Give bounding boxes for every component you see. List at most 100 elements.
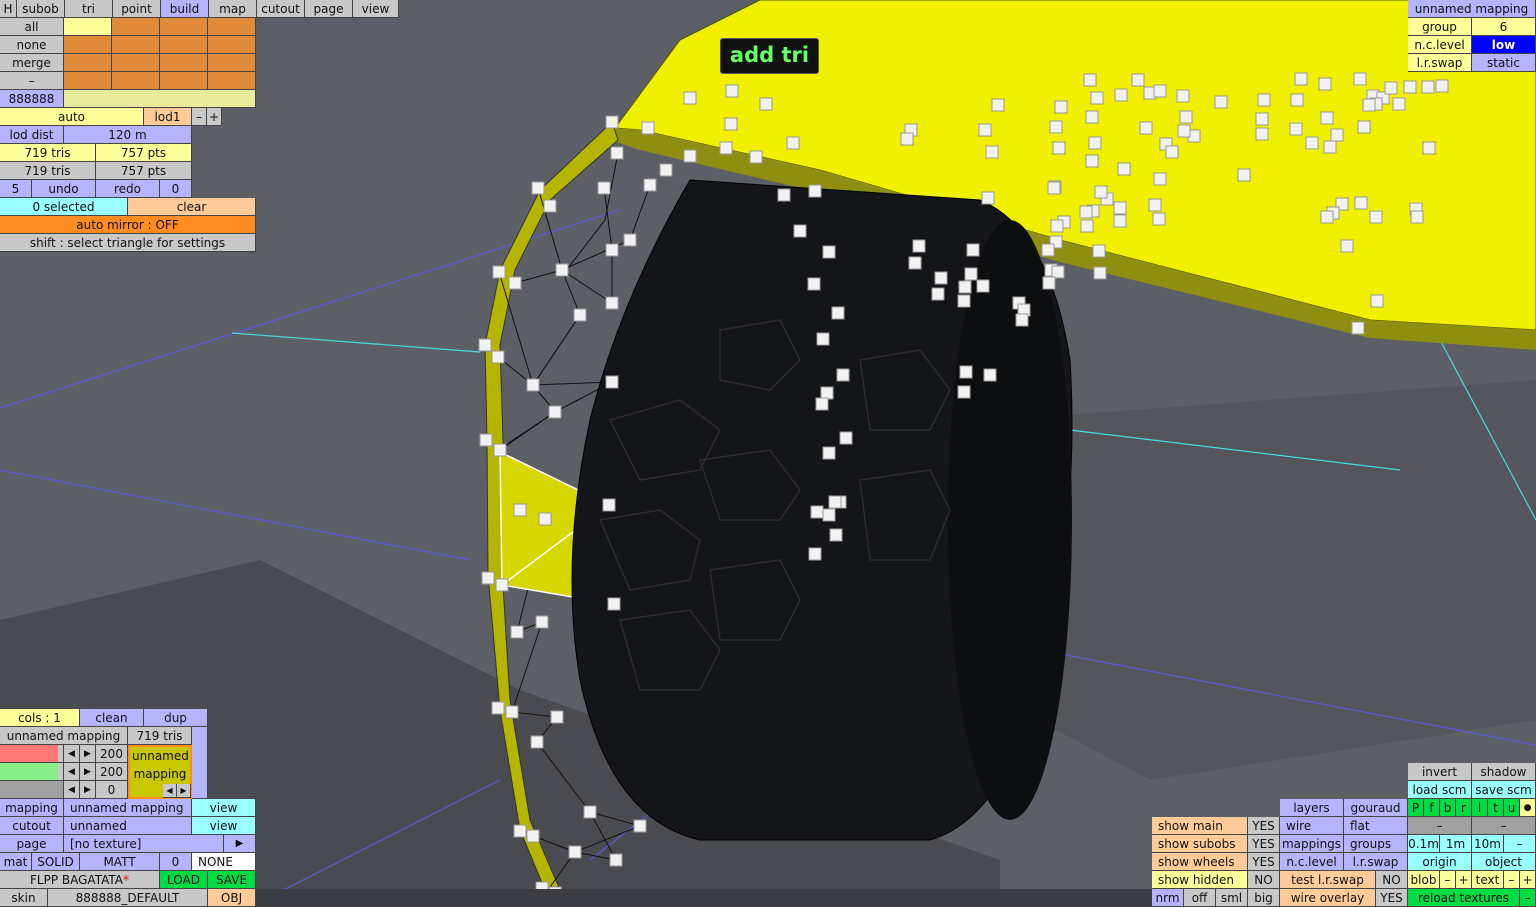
color-swatch[interactable] <box>160 36 208 54</box>
lr-swap-button[interactable]: l.r.swap <box>1344 853 1408 871</box>
view-b[interactable]: b <box>1440 799 1456 817</box>
groups-button[interactable]: groups <box>1344 835 1408 853</box>
gouraud-button[interactable]: gouraud <box>1344 799 1408 817</box>
view-r[interactable]: r <box>1456 799 1472 817</box>
color-swatch[interactable] <box>160 54 208 72</box>
color-swatch[interactable] <box>64 36 112 54</box>
merge-button[interactable]: merge <box>0 54 64 72</box>
select-all-button[interactable]: all <box>0 18 64 36</box>
green-left-arrow[interactable]: ◀ <box>64 763 80 781</box>
color-swatch[interactable] <box>208 54 256 72</box>
object-button[interactable]: object <box>1472 853 1536 871</box>
group-value[interactable]: 6 <box>1472 18 1536 36</box>
obj-button[interactable]: OBJ <box>208 889 256 907</box>
color-value[interactable]: 888888 <box>0 90 64 108</box>
mat-solid[interactable]: SOLID <box>32 853 80 871</box>
layers-button[interactable]: layers <box>1280 799 1344 817</box>
normals-sml[interactable]: sml <box>1216 889 1248 907</box>
color-swatch[interactable] <box>64 18 112 36</box>
auto-mirror-toggle[interactable]: auto mirror : OFF <box>0 216 256 234</box>
reload-minus[interactable]: – <box>1520 889 1536 907</box>
lr-swap-value[interactable]: static <box>1472 54 1536 72</box>
minus-button-1[interactable]: – <box>1408 817 1472 835</box>
blue-left-arrow[interactable]: ◀ <box>64 781 80 799</box>
color-swatch[interactable] <box>64 72 112 90</box>
grid-minus[interactable]: – <box>1504 835 1536 853</box>
reload-textures-button[interactable]: reload textures <box>1408 889 1520 907</box>
tab-subob[interactable]: subob <box>17 0 65 18</box>
tab-tri[interactable]: tri <box>65 0 113 18</box>
tab-view[interactable]: view <box>353 0 399 18</box>
tab-map[interactable]: map <box>209 0 257 18</box>
show-wheels-toggle[interactable]: YES <box>1248 853 1280 871</box>
lod-auto-button[interactable]: auto <box>0 108 144 126</box>
mapping-select[interactable]: unnamed mapping <box>64 799 192 817</box>
nc-level-value[interactable]: low <box>1472 36 1536 54</box>
color-swatch[interactable] <box>64 54 112 72</box>
grid-10m[interactable]: 10m <box>1472 835 1504 853</box>
show-hidden-toggle[interactable]: NO <box>1248 871 1280 889</box>
blue-value[interactable]: 0 <box>96 781 128 799</box>
view-u[interactable]: u <box>1504 799 1520 817</box>
mat-none[interactable]: NONE <box>192 853 256 871</box>
test-lr-swap-toggle[interactable]: NO <box>1376 871 1408 889</box>
text-plus[interactable]: + <box>1520 871 1536 889</box>
green-right-arrow[interactable]: ▶ <box>80 763 96 781</box>
wire-button[interactable]: wire <box>1280 817 1344 835</box>
normals-nrm[interactable]: nrm <box>1152 889 1184 907</box>
mapping-view-button[interactable]: view <box>192 799 256 817</box>
page-select[interactable]: [no texture] <box>64 835 224 853</box>
flat-button[interactable]: flat <box>1344 817 1408 835</box>
page-next-arrow[interactable]: ▶ <box>224 835 256 853</box>
green-value[interactable]: 200 <box>96 763 128 781</box>
color-swatch[interactable] <box>208 36 256 54</box>
view-p[interactable]: P <box>1408 799 1424 817</box>
tab-point[interactable]: point <box>113 0 161 18</box>
red-value[interactable]: 200 <box>96 745 128 763</box>
show-main-toggle[interactable]: YES <box>1248 817 1280 835</box>
green-slider[interactable] <box>0 763 64 781</box>
mapping-name[interactable]: unnamed mapping <box>1408 0 1536 18</box>
color-swatch[interactable] <box>112 18 160 36</box>
view-l[interactable]: l <box>1472 799 1488 817</box>
text-minus[interactable]: – <box>1504 871 1520 889</box>
color-swatch[interactable] <box>112 36 160 54</box>
load-scm-button[interactable]: load scm <box>1408 781 1472 799</box>
lod-dist-value[interactable]: 120 m <box>64 126 192 144</box>
minus-button-2[interactable]: – <box>1472 817 1536 835</box>
color-swatch[interactable] <box>112 72 160 90</box>
nc-level-button[interactable]: n.c.level <box>1280 853 1344 871</box>
blob-plus[interactable]: + <box>1456 871 1472 889</box>
red-left-arrow[interactable]: ◀ <box>64 745 80 763</box>
invert-button[interactable]: invert <box>1408 763 1472 781</box>
redo-button[interactable]: redo <box>96 180 160 198</box>
blue-slider[interactable] <box>0 781 64 799</box>
color-swatch[interactable] <box>112 54 160 72</box>
view-t[interactable]: t <box>1488 799 1504 817</box>
lod-select[interactable]: lod1 <box>144 108 192 126</box>
cutout-select[interactable]: unnamed <box>64 817 192 835</box>
view-dot[interactable]: ● <box>1520 799 1536 817</box>
mapping-next-arrow[interactable]: ▶ <box>177 784 191 798</box>
lod-plus-button[interactable]: + <box>207 108 222 126</box>
minus-button[interactable]: – <box>0 72 64 90</box>
mat-matt[interactable]: MATT <box>80 853 160 871</box>
save-button[interactable]: SAVE <box>208 871 256 889</box>
wire-overlay-toggle[interactable]: YES <box>1376 889 1408 907</box>
grid-1m[interactable]: 1m <box>1440 835 1472 853</box>
origin-button[interactable]: origin <box>1408 853 1472 871</box>
cutout-view-button[interactable]: view <box>192 817 256 835</box>
grid-0-1m[interactable]: 0.1m <box>1408 835 1440 853</box>
lod-minus-button[interactable]: – <box>192 108 207 126</box>
red-slider[interactable] <box>0 745 64 763</box>
3d-viewport[interactable] <box>0 0 1536 907</box>
blue-right-arrow[interactable]: ▶ <box>80 781 96 799</box>
normals-off[interactable]: off <box>1184 889 1216 907</box>
skin-select[interactable]: 888888_DEFAULT <box>48 889 208 907</box>
clean-button[interactable]: clean <box>80 709 144 727</box>
select-none-button[interactable]: none <box>0 36 64 54</box>
tab-page[interactable]: page <box>305 0 353 18</box>
color-swatch[interactable] <box>160 72 208 90</box>
view-f[interactable]: f <box>1424 799 1440 817</box>
color-swatch[interactable] <box>208 72 256 90</box>
